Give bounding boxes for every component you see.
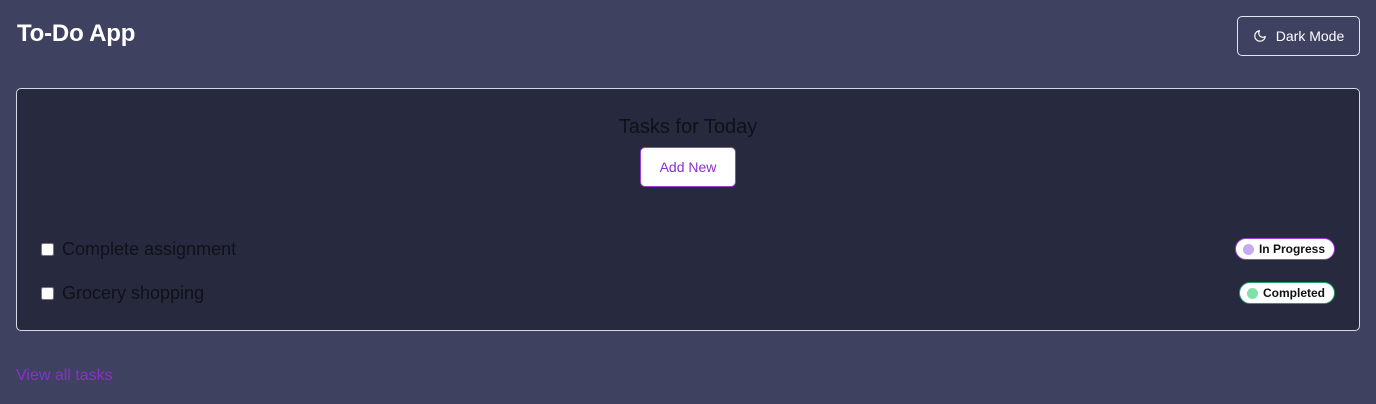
task-checkbox[interactable] <box>41 286 54 300</box>
app-title: To-Do App <box>17 20 136 47</box>
view-all-tasks-link[interactable]: View all tasks <box>16 367 113 385</box>
task-label: Grocery shopping <box>62 282 205 303</box>
status-badge: Completed <box>1238 282 1335 304</box>
tasks-card-title: Tasks for Today <box>618 116 758 138</box>
moon-icon <box>1253 29 1267 43</box>
add-new-button[interactable]: Add New <box>640 147 736 187</box>
task-checkbox[interactable] <box>41 242 54 256</box>
dark-mode-label: Dark Mode <box>1275 28 1345 44</box>
task-row: Complete assignment In Progress <box>41 237 1335 261</box>
dark-mode-button[interactable]: Dark Mode <box>1237 16 1360 56</box>
task-label: Complete assignment <box>62 238 237 259</box>
status-dot-icon <box>1246 287 1258 299</box>
status-dot-icon <box>1242 243 1254 255</box>
task-row: Grocery shopping Completed <box>41 281 1335 305</box>
status-badge: In Progress <box>1234 238 1335 260</box>
status-badge-label: In Progress <box>1258 242 1325 256</box>
tasks-card: Tasks for Today Add New Complete assignm… <box>16 88 1360 331</box>
status-badge-label: Completed <box>1262 286 1325 300</box>
